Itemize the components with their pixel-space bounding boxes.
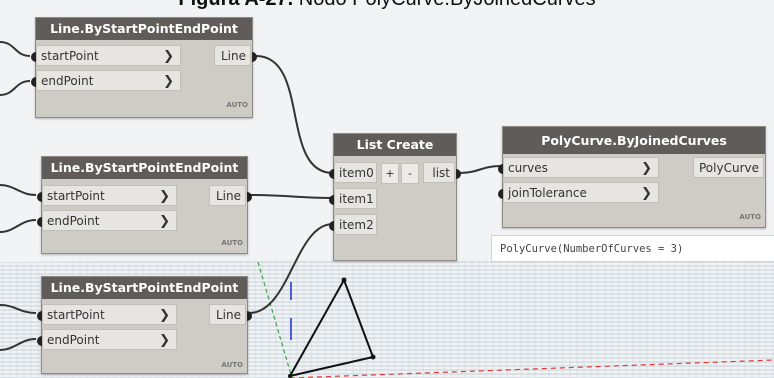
port-label: startPoint xyxy=(47,189,105,203)
port-startpoint[interactable]: startPoint ❯ xyxy=(36,45,181,66)
port-label: joinTolerance xyxy=(508,186,587,200)
port-item0[interactable]: item0 xyxy=(334,162,377,183)
port-label: PolyCurve xyxy=(699,161,759,175)
port-startpoint[interactable]: startPoint ❯ xyxy=(42,304,177,325)
chevron-right-icon: ❯ xyxy=(641,161,652,176)
chevron-right-icon: ❯ xyxy=(159,308,170,323)
node-title[interactable]: Line.ByStartPointEndPoint xyxy=(42,277,247,299)
list-create-node[interactable]: List Create item0 + - list item1 item2 xyxy=(329,133,461,261)
lacing-indicator: AUTO xyxy=(221,239,243,247)
port-line-output[interactable]: Line xyxy=(214,45,251,66)
port-label: item1 xyxy=(339,192,374,206)
lacing-indicator: AUTO xyxy=(739,213,761,221)
line-by-start-end-node-2[interactable]: Line.ByStartPointEndPoint startPoint ❯ en… xyxy=(37,156,252,254)
input-pin[interactable] xyxy=(329,169,334,179)
input-pin[interactable] xyxy=(329,221,334,231)
node-title[interactable]: Line.ByStartPointEndPoint xyxy=(42,157,247,179)
lacing-indicator: AUTO xyxy=(221,361,243,369)
node-title[interactable]: List Create xyxy=(334,134,456,156)
port-label: startPoint xyxy=(41,49,99,63)
port-endpoint[interactable]: endPoint ❯ xyxy=(42,329,177,350)
polycurve-by-joined-curves-node[interactable]: PolyCurve.ByJoinedCurves curves ❯ joinTol… xyxy=(498,126,766,228)
lacing-indicator: AUTO xyxy=(226,101,248,109)
input-pin[interactable] xyxy=(31,52,36,62)
port-item2[interactable]: item2 xyxy=(334,214,377,235)
port-label: list xyxy=(432,166,450,180)
chevron-right-icon: ❯ xyxy=(163,74,174,89)
input-pin[interactable] xyxy=(37,192,42,202)
dynamo-canvas[interactable]: Line.ByStartPointEndPoint startPoint ❯ en… xyxy=(0,0,774,378)
port-startpoint[interactable]: startPoint ❯ xyxy=(42,185,177,206)
port-list-output[interactable]: list xyxy=(423,162,455,183)
port-label: endPoint xyxy=(47,214,100,228)
port-label: Line xyxy=(220,49,246,63)
add-input-button[interactable]: + xyxy=(381,163,399,184)
line-by-start-end-node-3[interactable]: Line.ByStartPointEndPoint startPoint ❯ en… xyxy=(37,276,252,374)
chevron-right-icon: ❯ xyxy=(159,214,170,229)
port-label: item2 xyxy=(339,218,374,232)
input-pin[interactable] xyxy=(498,164,503,174)
chevron-right-icon: ❯ xyxy=(159,333,170,348)
port-label: curves xyxy=(508,161,548,175)
input-pin[interactable] xyxy=(37,336,42,346)
port-line-output[interactable]: Line xyxy=(209,304,246,325)
port-endpoint[interactable]: endPoint ❯ xyxy=(36,70,181,91)
chevron-right-icon: ❯ xyxy=(641,186,652,201)
input-pin[interactable] xyxy=(329,195,334,205)
port-polycurve-output[interactable]: PolyCurve xyxy=(693,157,764,178)
node-preview-bubble: PolyCurve(NumberOfCurves = 3) xyxy=(491,235,774,262)
port-curves[interactable]: curves ❯ xyxy=(503,157,659,178)
node-title[interactable]: Line.ByStartPointEndPoint xyxy=(36,18,252,40)
remove-input-button[interactable]: - xyxy=(401,163,419,184)
input-pin[interactable] xyxy=(498,189,503,199)
node-title[interactable]: PolyCurve.ByJoinedCurves xyxy=(503,127,765,154)
caption-text: Nodo PolyCurve.ByJoinedCurves xyxy=(299,0,596,10)
port-label: Line xyxy=(215,308,241,322)
chevron-right-icon: ❯ xyxy=(163,49,174,64)
input-pin[interactable] xyxy=(37,311,42,321)
port-label: endPoint xyxy=(41,74,94,88)
port-label: endPoint xyxy=(47,333,100,347)
port-label: item0 xyxy=(339,166,374,180)
line-by-start-end-node-1[interactable]: Line.ByStartPointEndPoint startPoint ❯ en… xyxy=(31,17,257,118)
port-join-tolerance[interactable]: joinTolerance ❯ xyxy=(503,182,659,203)
port-item1[interactable]: item1 xyxy=(334,188,377,209)
chevron-right-icon: ❯ xyxy=(159,189,170,204)
port-label: startPoint xyxy=(47,308,105,322)
input-pin[interactable] xyxy=(37,217,42,227)
caption-prefix: Figura A-27. xyxy=(178,0,293,10)
port-label: Line xyxy=(215,189,241,203)
port-endpoint[interactable]: endPoint ❯ xyxy=(42,210,177,231)
input-pin[interactable] xyxy=(31,77,36,87)
port-line-output[interactable]: Line xyxy=(209,185,246,206)
figure-caption: Figura A-27. Nodo PolyCurve.ByJoinedCurv… xyxy=(0,0,774,11)
